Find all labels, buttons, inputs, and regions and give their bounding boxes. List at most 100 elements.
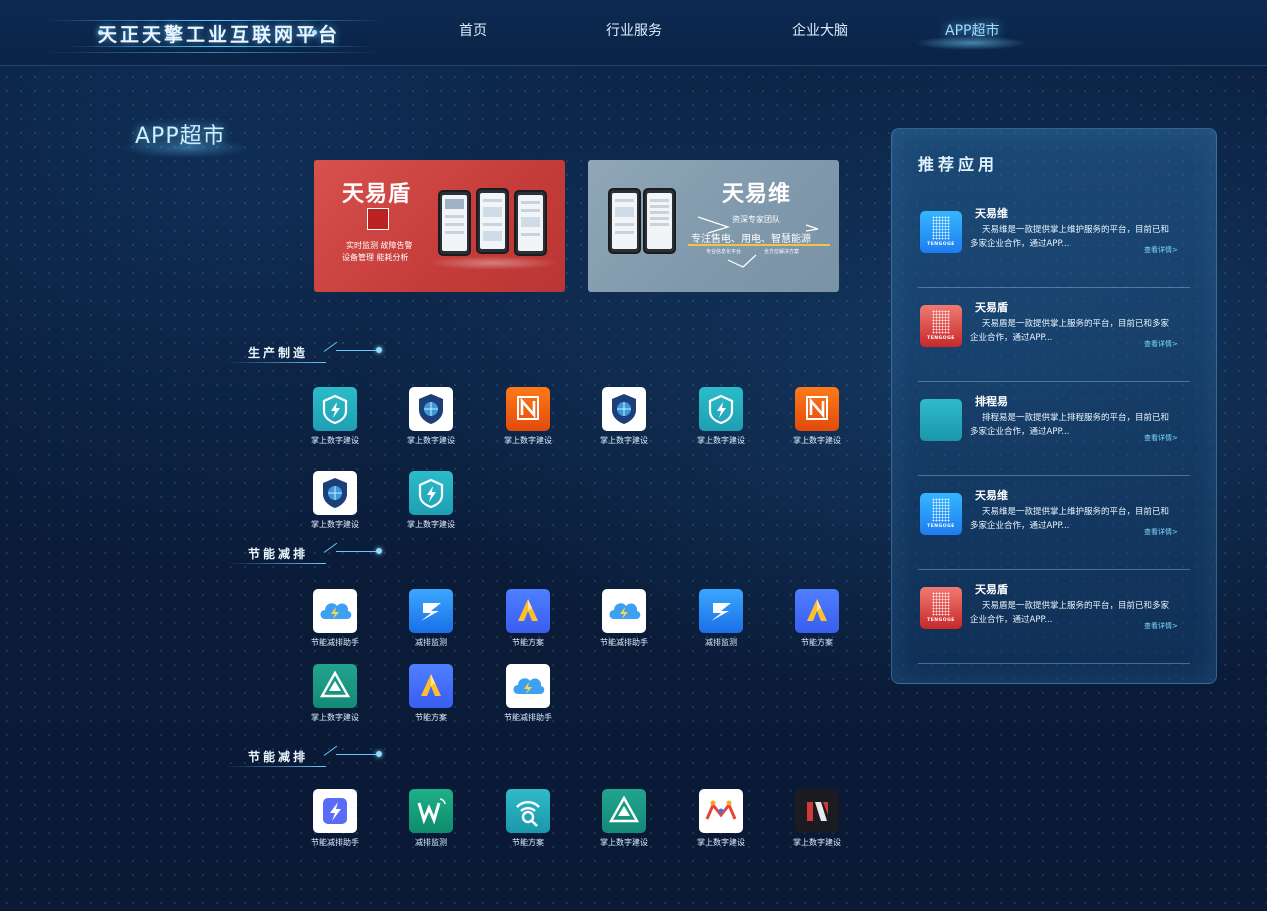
recommend-name: 天易盾 [975, 583, 1008, 596]
banner-right-title: 天易维 [722, 182, 792, 207]
a-logo-icon [795, 589, 839, 633]
view-details-link[interactable]: 查看详情> [1144, 339, 1178, 349]
cloud-lightning-icon [602, 589, 646, 633]
platform-title: 天正天擎工业互联网平台 [97, 24, 340, 46]
app-name: 减排监测 [415, 838, 447, 847]
divider [918, 381, 1190, 382]
globe-shield-icon [602, 387, 646, 431]
app-tile[interactable]: 节能减排助手 [582, 589, 666, 648]
app-tile[interactable]: 掌上数字建设 [775, 387, 859, 446]
signal-search-icon [920, 399, 962, 441]
app-tile[interactable]: 掌上数字建设 [775, 789, 859, 848]
app-tile[interactable]: 掌上数字建设 [582, 789, 666, 848]
app-name: 掌上数字建设 [600, 838, 648, 847]
view-details-link[interactable]: 查看详情> [1144, 433, 1178, 443]
triangle-map-icon [602, 789, 646, 833]
app-tile[interactable]: 节能方案 [775, 589, 859, 648]
brand-label: TENGOGE [927, 618, 955, 623]
app-name: 掌上数字建设 [697, 436, 745, 445]
recommend-desc: 排程易是一款提供掌上排程服务的平台，目前已和多家企业合作，通过APP... [970, 413, 1170, 437]
view-details-link[interactable]: 查看详情> [1144, 527, 1178, 537]
nav-industry-services[interactable]: 行业服务 [606, 20, 662, 40]
tengoge-blue-icon: TENGOGE [920, 211, 962, 253]
platform-logo[interactable]: 天正天擎工业互联网平台 [44, 12, 384, 56]
app-tile[interactable]: 掌上数字建设 [679, 387, 763, 446]
globe-shield-icon [409, 387, 453, 431]
recommend-item[interactable]: TENGOGE 天易维 天易维是一款提供掌上维护服务的平台，目前已和多家企业合作，通… [918, 485, 1190, 577]
app-tile[interactable]: 掌上数字建设 [582, 387, 666, 446]
app-tile[interactable]: 掌上数字建设 [293, 387, 377, 446]
nav-enterprise-brain[interactable]: 企业大脑 [792, 20, 848, 40]
section-title: 节能减排 [248, 547, 309, 561]
top-header: 天正天擎工业互联网平台 首页 行业服务 企业大脑 APP超市 [0, 0, 1267, 66]
arrow-decoration-icon [697, 216, 819, 268]
app-name: 掌上数字建设 [407, 520, 455, 529]
m-people-icon [699, 789, 743, 833]
app-name: 减排监测 [415, 638, 447, 647]
section-header-energy: 节能减排 [226, 542, 386, 569]
bolt-shield-icon [313, 789, 357, 833]
s-bolt-icon [699, 589, 743, 633]
nav-home[interactable]: 首页 [459, 20, 487, 40]
globe-shield-icon [313, 471, 357, 515]
app-tile[interactable]: 减排监测 [679, 589, 763, 648]
app-tile[interactable]: 节能方案 [389, 664, 473, 723]
app-name: 掌上数字建设 [793, 838, 841, 847]
a-logo-icon [506, 589, 550, 633]
phone-mockup [438, 190, 471, 256]
recommend-item[interactable]: TENGOGE 天易盾 天易盾是一款提供掌上服务的平台，目前已和多家企业合作，通过A… [918, 297, 1190, 389]
n-logo-icon [795, 387, 839, 431]
app-tile[interactable]: 掌上数字建设 [389, 387, 473, 446]
recommend-desc: 天易盾是一款提供掌上服务的平台，目前已和多家企业合作，通过APP... [970, 601, 1170, 625]
s-bolt-icon [409, 589, 453, 633]
recommend-panel: 推荐应用 TENGOGE 天易维 天易维是一款提供掌上维护服务的平台，目前已和多家企… [891, 128, 1217, 684]
app-tile[interactable]: 节能减排助手 [486, 664, 570, 723]
app-name: 掌上数字建设 [311, 713, 359, 722]
recommend-item[interactable]: TENGOGE 天易盾天易盾是一款提供掌上服务的平台，目前已和多家企业合作，通过A… [918, 579, 1190, 671]
nav-app-market[interactable]: APP超市 [945, 20, 999, 40]
signal-search-icon [506, 789, 550, 833]
cloud-lightning-icon [506, 664, 550, 708]
app-tile[interactable]: 节能减排助手 [293, 589, 377, 648]
divider [918, 475, 1190, 476]
phone-mockup [643, 188, 676, 254]
recommend-item[interactable]: TENGOGE 天易维 天易维是一款提供掌上维护服务的平台，目前已和多家企业合作，通… [918, 203, 1190, 295]
app-name: 掌上数字建设 [600, 436, 648, 445]
app-name: 节能方案 [512, 638, 544, 647]
app-tile[interactable]: 节能减排助手 [293, 789, 377, 848]
view-details-link[interactable]: 查看详情> [1144, 621, 1178, 631]
lightning-shield-icon [313, 387, 357, 431]
app-name: 掌上数字建设 [311, 436, 359, 445]
recommend-item[interactable]: 排程易 排程易是一款提供掌上排程服务的平台，目前已和多家企业合作，通过APP...… [918, 391, 1190, 483]
view-details-link[interactable]: 查看详情> [1144, 245, 1178, 255]
cloud-lightning-icon [313, 589, 357, 633]
recommend-desc: 天易维是一款提供掌上维护服务的平台，目前已和多家企业合作，通过APP... [970, 507, 1170, 531]
phone-mockup [514, 190, 547, 256]
app-tile[interactable]: 掌上数字建设 [486, 387, 570, 446]
app-tile[interactable]: 节能方案 [486, 789, 570, 848]
page-title: APP超市 [135, 124, 226, 149]
triangle-map-icon [313, 664, 357, 708]
banner-tianyidun[interactable]: 天易盾 实时监测 故障告警 设备管理 能耗分析 [314, 160, 565, 292]
brand-label: TENGOGE [927, 524, 955, 529]
brand-label: TENGOGE [927, 242, 955, 247]
phone-mockup [476, 188, 509, 254]
brand-label: TENGOGE [927, 336, 955, 341]
app-tile[interactable]: 掌上数字建设 [679, 789, 763, 848]
app-name: 掌上数字建设 [311, 520, 359, 529]
recommend-desc: 天易维是一款提供掌上维护服务的平台，目前已和多家企业合作，通过APP... [970, 225, 1170, 249]
banner-left-line1: 实时监测 故障告警 [346, 241, 413, 250]
app-name: 节能减排助手 [600, 638, 648, 647]
app-tile[interactable]: 掌上数字建设 [293, 471, 377, 530]
app-tile[interactable]: 掌上数字建设 [293, 664, 377, 723]
app-tile[interactable]: 减排监测 [389, 589, 473, 648]
app-tile[interactable]: 节能方案 [486, 589, 570, 648]
app-tile[interactable]: 减排监测 [389, 789, 473, 848]
banner-tianyiwei[interactable]: 天易维 资深专家团队 专注售电、用电、智慧能源 专业信息化平台 全方位解决方案 [588, 160, 839, 292]
divider [918, 287, 1190, 288]
app-name: 节能减排助手 [311, 838, 359, 847]
app-name: 掌上数字建设 [697, 838, 745, 847]
app-name: 掌上数字建设 [793, 436, 841, 445]
w-signal-icon [409, 789, 453, 833]
app-tile[interactable]: 掌上数字建设 [389, 471, 473, 530]
